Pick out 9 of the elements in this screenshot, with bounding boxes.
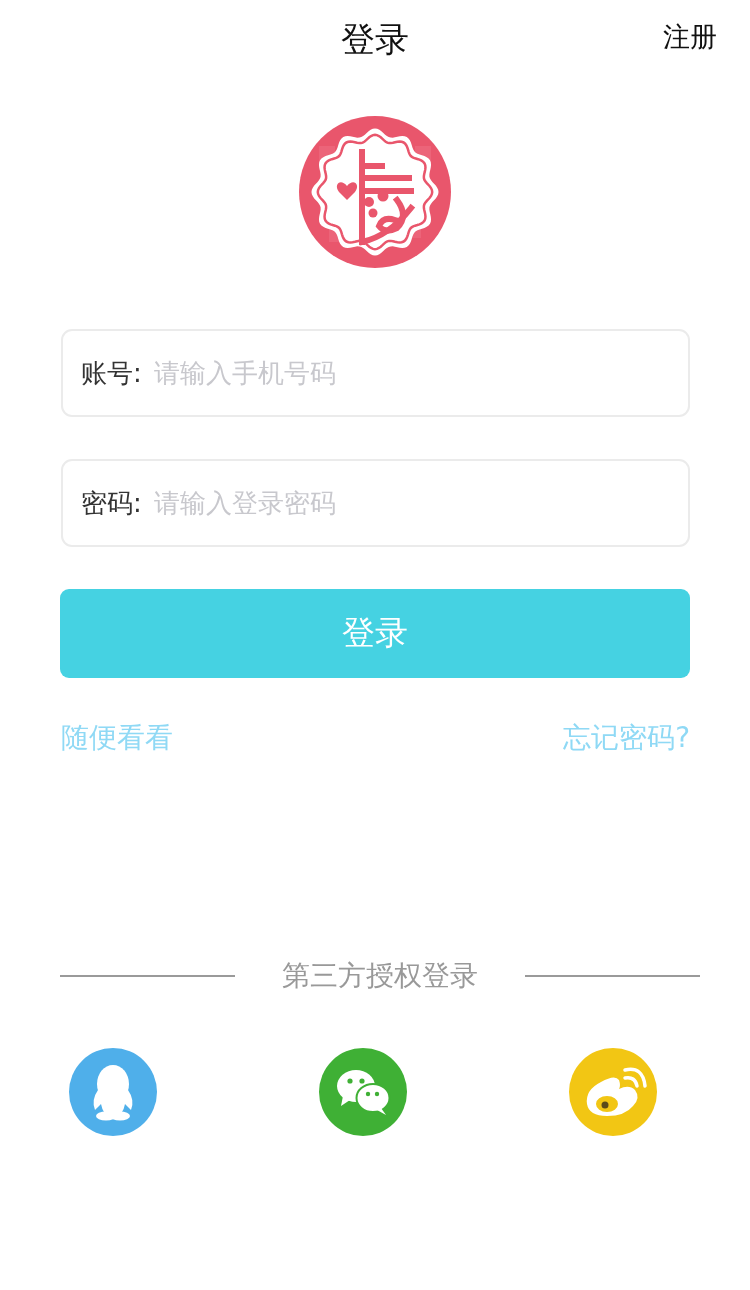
field-label: 账号: bbox=[81, 356, 142, 390]
register-link[interactable]: 注册 bbox=[663, 18, 717, 56]
logo-icon bbox=[299, 116, 451, 268]
penguin-icon[interactable] bbox=[69, 1048, 157, 1137]
third-party-login-heading: 第三方授权登录 bbox=[282, 958, 478, 995]
eye-waves-icon[interactable] bbox=[569, 1048, 657, 1137]
page-title: 登录 bbox=[341, 18, 409, 60]
field-label: 密码: bbox=[81, 486, 142, 520]
chat-bubbles-icon[interactable] bbox=[319, 1048, 407, 1137]
